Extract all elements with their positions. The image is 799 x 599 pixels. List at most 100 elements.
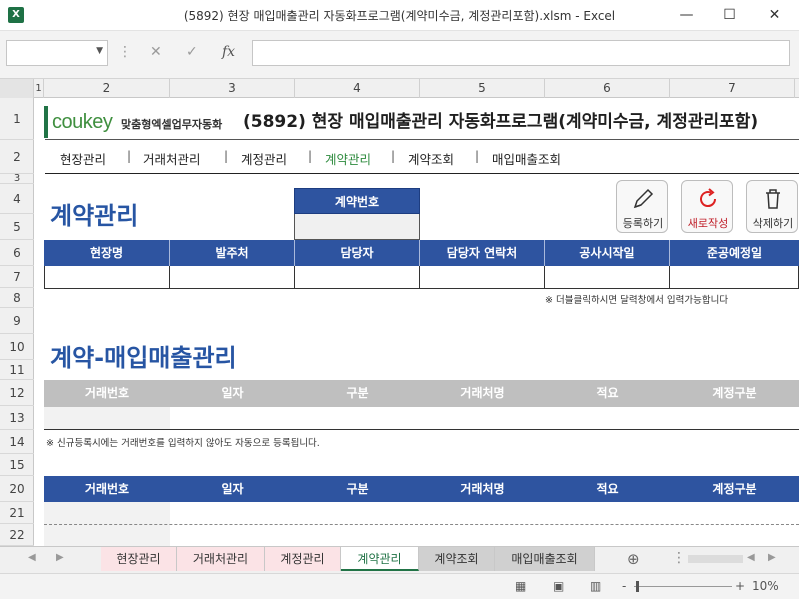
row-header[interactable]: 14 bbox=[0, 430, 34, 454]
contract-table-row bbox=[44, 266, 799, 289]
row-header[interactable]: 12 bbox=[0, 380, 34, 406]
row-header[interactable]: 6 bbox=[0, 240, 34, 266]
row-header[interactable]: 9 bbox=[0, 308, 34, 334]
row-header[interactable]: 22 bbox=[0, 524, 34, 546]
trash-icon bbox=[766, 189, 780, 209]
row-header[interactable]: 4 bbox=[0, 184, 34, 214]
section-heading: 계약-매입매출관리 bbox=[50, 344, 237, 372]
table-header-cell: 거래처명 bbox=[460, 482, 505, 496]
contract-table-header: 현장명 발주처 담당자 담당자 연락처 공사시작일 준공예정일 bbox=[44, 240, 799, 266]
nav-contract[interactable]: 계약관리 bbox=[325, 149, 371, 168]
table-header-cell: 계정구분 bbox=[712, 482, 757, 496]
table-header-cell: 적요 bbox=[596, 386, 619, 400]
zoom-slider-handle[interactable] bbox=[636, 581, 639, 592]
scroll-right-icon[interactable]: ▶ bbox=[768, 552, 776, 563]
zoom-in-button[interactable]: + bbox=[735, 579, 745, 593]
nav-vendor[interactable]: 거래처관리 bbox=[143, 149, 201, 168]
register-button[interactable]: 등록하기 bbox=[616, 180, 668, 233]
row-header[interactable]: 15 bbox=[0, 454, 34, 476]
maximize-button[interactable]: ☐ bbox=[707, 0, 752, 31]
new-button[interactable]: 새로작성 bbox=[681, 180, 733, 233]
page-layout-icon[interactable]: ▣ bbox=[553, 579, 564, 593]
worksheet[interactable]: coukey 맞춤형엑셀업무자동화 (5892) 현장 매입매출관리 자동화프로… bbox=[35, 98, 799, 546]
title-bar: X (5892) 현장 매입매출관리 자동화프로그램(계약미수금, 계정관리포함… bbox=[0, 0, 799, 31]
formula-input[interactable] bbox=[252, 40, 790, 66]
enter-icon[interactable]: ✓ bbox=[186, 44, 198, 60]
column-header[interactable]: 6 bbox=[545, 79, 670, 98]
delete-button-label: 삭제하기 bbox=[752, 217, 794, 230]
row-header[interactable]: 3 bbox=[0, 173, 34, 184]
tab-site[interactable]: 현장관리 bbox=[101, 547, 177, 571]
table-header-cell: 준공예정일 bbox=[706, 246, 763, 260]
table-header-cell: 공사시작일 bbox=[545, 240, 670, 266]
column-header[interactable]: 2 bbox=[44, 79, 170, 98]
delete-button[interactable]: 삭제하기 bbox=[746, 180, 798, 233]
name-box[interactable]: ▼ bbox=[6, 40, 108, 66]
nav-separator: | bbox=[391, 149, 396, 163]
horizontal-scrollbar[interactable] bbox=[688, 555, 743, 563]
column-header[interactable]: 3 bbox=[170, 79, 295, 98]
divider bbox=[45, 173, 799, 174]
row-header[interactable]: 10 bbox=[0, 334, 34, 360]
row-header[interactable]: 21 bbox=[0, 502, 34, 524]
table-header-cell: 구분 bbox=[346, 482, 369, 496]
divider bbox=[45, 139, 799, 140]
row-header[interactable]: 5 bbox=[0, 214, 34, 240]
table-cell[interactable] bbox=[170, 266, 295, 288]
row-header[interactable]: 7 bbox=[0, 266, 34, 288]
more-icon: ⋮ bbox=[118, 44, 132, 60]
divider bbox=[44, 524, 799, 525]
table-header-cell: 계정구분 bbox=[712, 386, 757, 400]
tab-sales-search[interactable]: 매입매출조회 bbox=[495, 547, 595, 571]
column-header[interactable]: 5 bbox=[420, 79, 545, 98]
nav-account[interactable]: 계정관리 bbox=[241, 149, 287, 168]
zoom-slider[interactable] bbox=[634, 586, 732, 587]
divider bbox=[44, 429, 799, 430]
column-header[interactable]: 7 bbox=[670, 79, 795, 98]
chevron-left-icon[interactable]: ◀ bbox=[28, 552, 36, 563]
purchase-list-header: 거래번호 일자 구분 거래처명 적요 계정구분 bbox=[44, 476, 799, 502]
table-header-cell: 적요 bbox=[596, 482, 619, 496]
function-icon[interactable]: fx bbox=[222, 44, 235, 60]
row-header[interactable]: 20 bbox=[0, 476, 34, 502]
zoom-out-button[interactable]: - bbox=[622, 579, 626, 593]
row-header[interactable]: 11 bbox=[0, 360, 34, 380]
column-header[interactable]: 1 bbox=[34, 79, 44, 98]
row-header[interactable]: 8 bbox=[0, 288, 34, 308]
zoom-level[interactable]: 10% bbox=[752, 579, 779, 593]
tab-contract[interactable]: 계약관리 bbox=[341, 547, 419, 571]
normal-view-icon[interactable]: ▦ bbox=[515, 579, 526, 593]
row-headers: 1 2 3 4 5 6 7 8 9 10 11 12 13 14 15 20 2… bbox=[0, 98, 34, 546]
table-cell[interactable] bbox=[420, 266, 545, 288]
nav-sales-search[interactable]: 매입매출조회 bbox=[492, 149, 561, 168]
table-cell[interactable] bbox=[45, 266, 170, 288]
transaction-number-input[interactable] bbox=[44, 407, 170, 429]
formula-bar: ▼ ⋮ ✕ ✓ fx bbox=[0, 31, 799, 79]
contract-number-input[interactable] bbox=[294, 214, 420, 240]
row-header[interactable]: 2 bbox=[0, 140, 34, 174]
minimize-button[interactable]: — bbox=[664, 0, 709, 31]
scroll-left-icon[interactable]: ◀ bbox=[747, 552, 755, 563]
row-header[interactable]: 1 bbox=[0, 98, 34, 140]
chevron-down-icon[interactable]: ▼ bbox=[96, 46, 103, 56]
nav-contract-search[interactable]: 계약조회 bbox=[408, 149, 454, 168]
logo-subtitle: 맞춤형엑셀업무자동화 bbox=[121, 118, 223, 131]
select-all-corner[interactable] bbox=[0, 79, 34, 98]
tab-contract-search[interactable]: 계약조회 bbox=[419, 547, 495, 571]
page-break-icon[interactable]: ▥ bbox=[590, 579, 601, 593]
add-sheet-icon[interactable]: ⊕ bbox=[627, 550, 640, 568]
table-header-cell: 거래번호 bbox=[84, 482, 130, 496]
table-cell[interactable] bbox=[545, 266, 670, 288]
cancel-icon[interactable]: ✕ bbox=[150, 44, 162, 60]
table-cell[interactable] bbox=[295, 266, 420, 288]
tab-vendor[interactable]: 거래처관리 bbox=[177, 547, 265, 571]
row-header[interactable]: 13 bbox=[0, 406, 34, 430]
tab-account[interactable]: 계정관리 bbox=[265, 547, 341, 571]
page-title: (5892) 현장 매입매출관리 자동화프로그램(계약미수금, 계정관리포함) bbox=[243, 112, 759, 132]
nav-site[interactable]: 현장관리 bbox=[60, 149, 106, 168]
close-button[interactable]: ✕ bbox=[752, 0, 797, 31]
chevron-right-icon[interactable]: ▶ bbox=[56, 552, 64, 563]
table-cell[interactable] bbox=[670, 266, 799, 288]
column-header[interactable]: 4 bbox=[295, 79, 420, 98]
column-headers: 1 2 3 4 5 6 7 bbox=[0, 79, 799, 98]
